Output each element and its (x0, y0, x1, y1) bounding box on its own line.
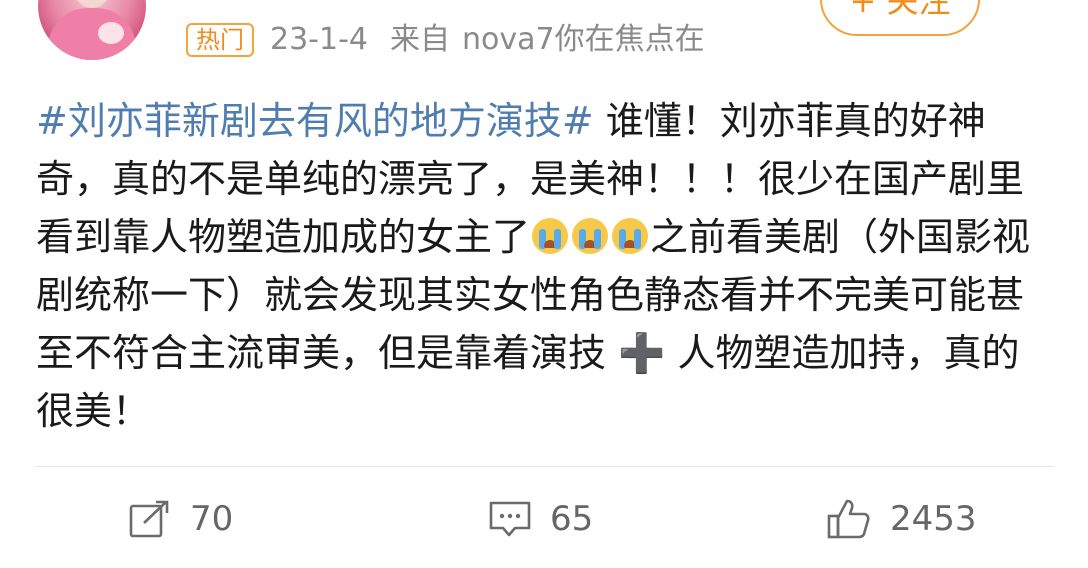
hot-badge: 热门 (186, 23, 254, 57)
follow-button-label: + 关注 (849, 0, 951, 20)
divider (36, 466, 1054, 467)
post-meta: 热门 23-1-4 来自 nova7你在焦点在 (186, 20, 705, 60)
like-button[interactable]: 2453 (826, 494, 977, 544)
comment-button[interactable]: 65 (488, 494, 593, 544)
repost-count: 70 (190, 499, 234, 539)
repost-button[interactable]: 70 (128, 494, 233, 544)
comment-count: 65 (550, 499, 594, 539)
crying-emoji (532, 218, 569, 254)
comment-icon (489, 501, 531, 537)
avatar-face (72, 0, 112, 8)
thumbs-up-icon (827, 499, 870, 539)
crying-emoji (572, 218, 609, 254)
avatar-flower (98, 22, 124, 44)
repost-icon (129, 500, 169, 538)
avatar[interactable] (38, 0, 146, 60)
follow-button[interactable]: + 关注 (820, 0, 980, 36)
source-label: 来自 (390, 22, 450, 57)
hashtag-link[interactable]: #刘亦菲新剧去有风的地方演技# (36, 99, 594, 143)
post-body: #刘亦菲新剧去有风的地方演技# 谁懂！刘亦菲真的好神奇，真的不是单纯的漂亮了，是… (36, 92, 1056, 440)
post-date: 23-1-4 (270, 22, 368, 57)
crying-emoji (612, 218, 649, 254)
source-device[interactable]: nova7你在焦点在 (462, 20, 705, 60)
weibo-post-card: + 关注 热门 23-1-4 来自 nova7你在焦点在 #刘亦菲新剧去有风的地… (0, 0, 1088, 568)
plus-emoji: ➕ (618, 331, 666, 375)
like-count: 2453 (890, 499, 977, 539)
